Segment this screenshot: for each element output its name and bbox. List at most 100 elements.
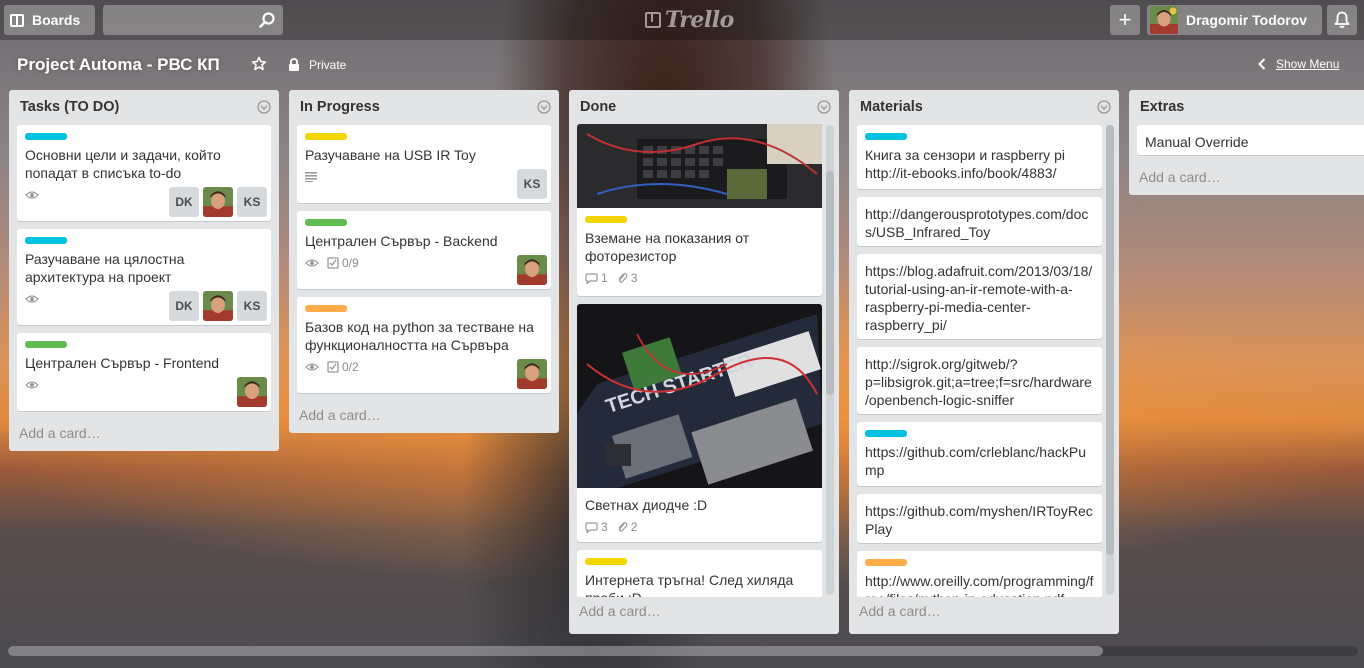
trello-logo[interactable]: Trello (645, 6, 734, 34)
top-header: Boards Trello + Dragomir Todorov (0, 0, 1364, 40)
eye-icon (25, 191, 39, 199)
visibility-label[interactable]: Private (309, 58, 346, 72)
member-initials[interactable]: KS (237, 291, 267, 321)
list-header: Done (569, 90, 839, 123)
scrollbar-thumb[interactable] (1106, 125, 1114, 555)
member-initials[interactable]: KS (517, 169, 547, 199)
notifications-button[interactable] (1327, 5, 1357, 35)
card-title: Manual Override (1145, 134, 1249, 150)
member-initials[interactable]: DK (169, 291, 199, 321)
checklist-count: 0/9 (342, 256, 359, 270)
member-avatar[interactable] (203, 187, 233, 217)
member-avatar[interactable] (237, 377, 267, 407)
card[interactable]: Интернета тръгна! След хиляда проби :D (577, 550, 822, 597)
label-yellow (585, 558, 627, 565)
board-scrollbar-thumb[interactable] (8, 646, 1103, 656)
card[interactable]: Книга за сензори и raspberry pi http://i… (857, 125, 1102, 189)
scrollbar[interactable] (1106, 125, 1114, 595)
attachments-badge: 2 (616, 520, 638, 534)
search-input[interactable] (103, 5, 283, 35)
card[interactable]: TECH STARTER Светнах диодче :D 3 2 (577, 304, 822, 542)
card[interactable]: Централен Сървър - Frontend (17, 333, 271, 411)
add-card-link[interactable]: Add a card… (9, 419, 279, 451)
list-title[interactable]: Tasks (TO DO) (20, 99, 119, 115)
checklist-badge: 0/9 (327, 256, 359, 270)
eye-icon (305, 259, 319, 267)
card[interactable]: https://github.com/myshen/IRToyRecPlay (857, 494, 1102, 543)
description-icon (305, 172, 317, 182)
member-initials[interactable]: DK (169, 187, 199, 217)
card[interactable]: Централен Сървър - Backend 0/9 (297, 211, 551, 289)
card[interactable]: Основни цели и задачи, който попадат в с… (17, 125, 271, 221)
attachment-count: 2 (630, 520, 638, 534)
member-avatar[interactable] (517, 359, 547, 389)
card-title: https://blog.adafruit.com/2013/03/18/tut… (865, 263, 1093, 333)
chevron-left-icon (1258, 58, 1266, 70)
list-header: Materials (849, 90, 1119, 123)
member-avatar[interactable] (203, 291, 233, 321)
show-menu-link[interactable]: Show Menu (1258, 57, 1339, 71)
card-title: Централен Сървър - Frontend (25, 355, 220, 371)
boards-button[interactable]: Boards (4, 5, 95, 35)
card-title: Разучаване на цялостна архитектура на пр… (25, 251, 185, 285)
label-blue (25, 133, 67, 140)
list-header: Extras (1129, 90, 1364, 123)
comment-icon (585, 521, 598, 533)
card-badges: 3 2 (585, 514, 814, 538)
list-menu-icon[interactable] (817, 100, 831, 114)
list-menu-icon[interactable] (257, 100, 271, 114)
card[interactable]: Базов код на python за тестване на функц… (297, 297, 551, 393)
scrollbar[interactable] (826, 125, 834, 595)
list-menu-icon[interactable] (1097, 100, 1111, 114)
attachment-count: 3 (630, 271, 638, 285)
add-card-link[interactable]: Add a card… (569, 597, 839, 629)
card-cover-image (577, 124, 822, 208)
list-menu-icon[interactable] (537, 100, 551, 114)
card[interactable]: http://www.oreilly.com/programming/free/… (857, 551, 1102, 597)
comments-badge: 3 (585, 520, 608, 534)
board-scrollbar[interactable] (8, 646, 1358, 656)
card-list: Manual Override (1129, 123, 1364, 155)
list-title[interactable]: Done (580, 99, 616, 115)
checklist-count: 0/2 (342, 360, 359, 374)
trello-logo-icon (645, 12, 661, 28)
card-title: http://www.oreilly.com/programming/free/… (865, 573, 1094, 597)
paperclip-icon (618, 273, 628, 283)
list-title[interactable]: In Progress (300, 99, 380, 115)
card[interactable]: http://dangerousprototypes.com/docs/USB_… (857, 197, 1102, 246)
add-card-link[interactable]: Add a card… (849, 597, 1119, 629)
label-yellow (585, 216, 627, 223)
card[interactable]: https://github.com/crleblanc/hackPump (857, 422, 1102, 486)
boards-icon (10, 13, 24, 27)
card-title: Разучаване на USB IR Toy (305, 147, 476, 163)
member-initials[interactable]: KS (237, 187, 267, 217)
user-menu-button[interactable]: Dragomir Todorov (1147, 5, 1322, 35)
board-title[interactable]: Project Automa - РВС КП (17, 55, 220, 75)
card-badges: 0/9 (305, 250, 543, 274)
card-title: https://github.com/myshen/IRToyRecPlay (865, 503, 1093, 537)
card[interactable]: Manual Override (1137, 125, 1364, 155)
card[interactable]: http://sigrok.org/gitweb/?p=libsigrok.gi… (857, 347, 1102, 414)
search-icon[interactable] (258, 11, 276, 29)
card[interactable]: Разучаване на цялостна архитектура на пр… (17, 229, 271, 325)
comments-badge: 1 (585, 271, 608, 285)
add-button[interactable]: + (1110, 5, 1140, 35)
list-title[interactable]: Materials (860, 99, 923, 115)
card-title: Вземане на показания от фоторезистор (585, 230, 750, 264)
eye-icon (305, 363, 319, 371)
list-title[interactable]: Extras (1140, 99, 1184, 115)
member-avatar[interactable] (517, 255, 547, 285)
add-card-link[interactable]: Add a card… (1129, 163, 1364, 195)
list-done: Done Вземане на показания от фоторезисто… (569, 90, 839, 634)
card-title: http://dangerousprototypes.com/docs/USB_… (865, 206, 1089, 240)
card-body: Светнах диодче :D 3 2 (577, 488, 822, 542)
card-badges (305, 164, 543, 188)
card[interactable]: https://blog.adafruit.com/2013/03/18/tut… (857, 254, 1102, 339)
star-icon[interactable] (251, 56, 267, 72)
show-menu-label: Show Menu (1276, 57, 1340, 71)
scrollbar-thumb[interactable] (826, 171, 834, 395)
card[interactable]: Вземане на показания от фоторезистор 1 3 (577, 124, 822, 296)
add-card-link[interactable]: Add a card… (289, 401, 559, 433)
card-badges (25, 372, 263, 396)
card[interactable]: Разучаване на USB IR Toy KS (297, 125, 551, 203)
